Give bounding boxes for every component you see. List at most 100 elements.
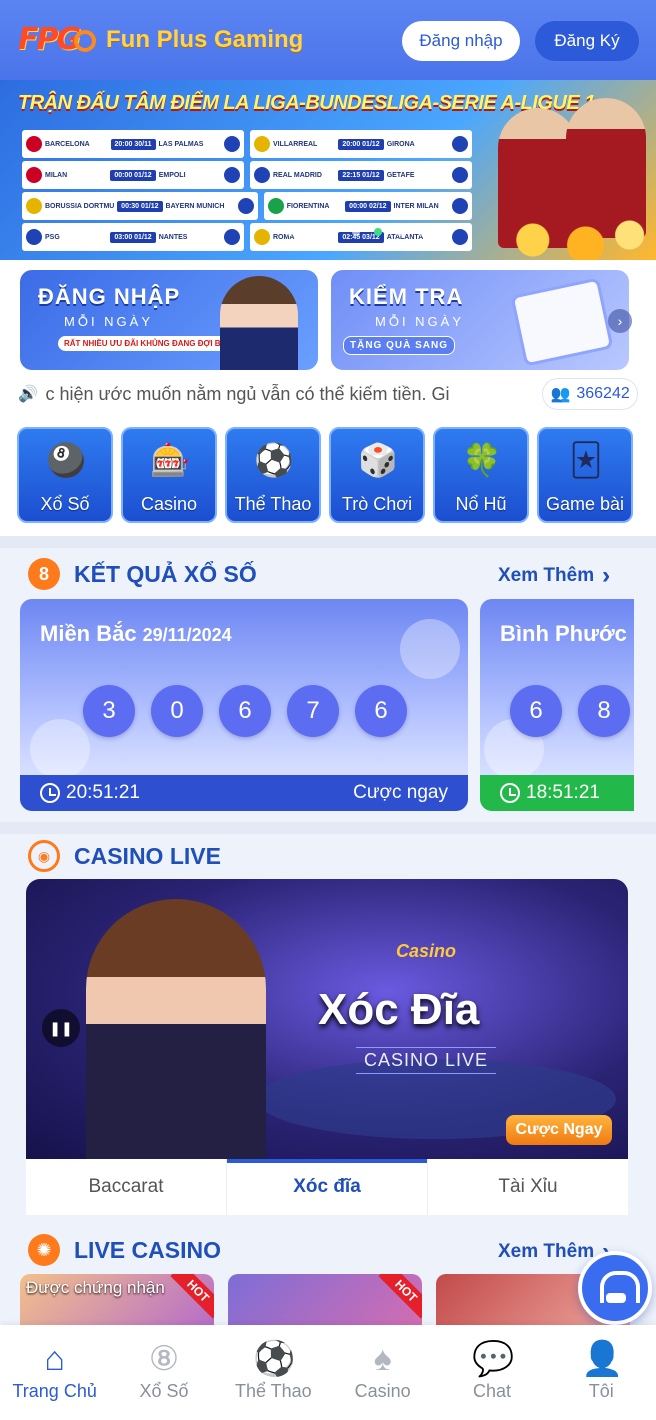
- live-casino-see-more-link[interactable]: Xem Thêm ››: [498, 1238, 610, 1266]
- team-crest-icon: [26, 136, 42, 152]
- kickoff-time: 00:30 01/12: [117, 200, 163, 212]
- category-label: Thể Thao: [234, 494, 312, 514]
- carousel-dot[interactable]: [418, 228, 426, 236]
- slot-jackpot-icon: 🍀: [462, 442, 502, 478]
- banner-subtitle: CASINO LIVE: [356, 1047, 497, 1074]
- team-crest-icon: [254, 167, 270, 183]
- nav-item-5[interactable]: 👤 Tôi: [547, 1325, 656, 1420]
- tab-0[interactable]: Baccarat: [26, 1159, 226, 1215]
- online-users-badge: 👥 366242: [542, 378, 638, 410]
- nav-item-0[interactable]: ⌂ Trang Chủ: [0, 1325, 109, 1420]
- promo-title: ĐĂNG NHẬP: [38, 284, 181, 309]
- brand-logo[interactable]: FPG: [18, 16, 102, 64]
- category-0[interactable]: 🎱 Xổ Số: [17, 427, 113, 523]
- countdown-time: 20:51:21: [66, 782, 140, 803]
- category-label: Nổ Hũ: [455, 494, 507, 514]
- team-crest-icon: [26, 229, 42, 245]
- match-item[interactable]: PSG 03:00 01/12 NANTES: [22, 223, 244, 251]
- nav-item-1[interactable]: ⑧ Xổ Số: [109, 1325, 218, 1420]
- promo-subtitle: MỖI NGÀY: [64, 314, 154, 329]
- team-crest-icon: [224, 136, 241, 152]
- footballers-image: [480, 80, 656, 260]
- promo-title: KIỂM TRA: [349, 284, 464, 309]
- away-team: NANTES: [158, 233, 188, 241]
- nav-label: Thể Thao: [234, 1381, 312, 1401]
- tab-2[interactable]: Tài Xỉu: [427, 1159, 628, 1215]
- lottery-ball-icon: ⑧: [148, 1340, 180, 1378]
- category-5[interactable]: 🃏 Game bài: [537, 427, 633, 523]
- lottery-result-card[interactable]: Miền Bắc 29/11/2024 30676 20:51:21 Cược n…: [20, 599, 468, 811]
- category-4[interactable]: 🍀 Nổ Hũ: [433, 427, 529, 523]
- see-more-label: Xem Thêm: [498, 565, 595, 586]
- carousel-dot[interactable]: [308, 228, 316, 236]
- bet-now-button[interactable]: Cược ngay: [353, 782, 448, 804]
- promo-next-arrow-icon[interactable]: ›: [608, 309, 632, 333]
- promo-daily-login[interactable]: ĐĂNG NHẬP MỖI NGÀY RẤT NHIỀU ƯU ĐÃI KHỦN…: [20, 270, 318, 370]
- playing-cards-icon: 🃏: [569, 442, 603, 478]
- lottery-region: Miền Bắc 29/11/2024: [40, 621, 232, 647]
- top-header: FPG Fun Plus Gaming Đăng nhập Đăng Ký: [0, 0, 656, 80]
- home-team: FIORENTINA: [286, 202, 330, 210]
- category-label: Casino: [140, 494, 198, 514]
- match-item[interactable]: VILLARREAL 20:00 01/12 GIRONA: [250, 130, 472, 158]
- nav-label: Tôi: [588, 1381, 614, 1401]
- category-3[interactable]: 🎲 Trò Chơi: [329, 427, 425, 523]
- home-team: PSG: [45, 233, 60, 241]
- live-casino-header: ✺ LIVE CASINO: [28, 1234, 221, 1266]
- bet-now-button[interactable]: Cược Ngay: [506, 1115, 612, 1145]
- result-balls: 68: [510, 685, 630, 737]
- customer-support-icon[interactable]: [578, 1251, 652, 1325]
- clipboard-image: [510, 277, 614, 367]
- match-item[interactable]: FIORENTINA 00:00 02/12 INTER MILAN: [263, 192, 472, 220]
- match-item[interactable]: MILAN 00:00 01/12 EMPOLI: [22, 161, 244, 189]
- away-team: INTER MILAN: [393, 202, 439, 210]
- live-broadcast-icon: ◉: [28, 840, 60, 872]
- promo-model-image: [220, 276, 298, 370]
- promo-tag: RẤT NHIỀU ƯU ĐÃI KHỦNG ĐANG ĐỢI BẠN: [58, 336, 239, 351]
- dealer-image: [86, 899, 266, 1159]
- tab-1[interactable]: Xóc đĩa: [226, 1159, 427, 1215]
- lottery-card-footer: 20:51:21 Cược ngay: [20, 775, 468, 811]
- match-item[interactable]: REAL MADRID 22:15 01/12 GETAFE: [250, 161, 472, 189]
- carousel-dot[interactable]: [352, 228, 360, 236]
- pause-icon[interactable]: ❚❚: [42, 1009, 80, 1047]
- promo-tag: TẶNG QUÀ SANG: [343, 336, 455, 355]
- carousel-dot[interactable]: [396, 228, 404, 236]
- section-title: KẾT QUẢ XỔ SỐ: [74, 560, 257, 587]
- match-row: BORUSSIA DORTMUND00:30 01/12BAYERN MUNIC…: [22, 192, 472, 220]
- result-ball: 0: [151, 685, 203, 737]
- promo-daily-check[interactable]: KIỂM TRA MỖI NGÀY TẶNG QUÀ SANG: [331, 270, 629, 370]
- login-button[interactable]: Đăng nhập: [402, 21, 520, 61]
- carousel-dot[interactable]: [374, 228, 382, 236]
- ball-watermark: [30, 719, 90, 779]
- nav-label: Xổ Số: [139, 1381, 189, 1401]
- result-ball: 6: [510, 685, 562, 737]
- match-item[interactable]: BARCELONA 20:00 30/11 LAS PALMAS: [22, 130, 244, 158]
- region-name: Bình Phước: [500, 621, 627, 646]
- result-ball: 8: [578, 685, 630, 737]
- category-1[interactable]: 🎰 Casino: [121, 427, 217, 523]
- carousel-dot[interactable]: [286, 228, 294, 236]
- home-team: BARCELONA: [45, 140, 90, 148]
- hot-ribbon: HOT: [378, 1274, 422, 1319]
- roulette-icon: 🎰: [150, 442, 190, 478]
- home-team: VILLARREAL: [273, 140, 318, 148]
- lottery-see-more-link[interactable]: Xem Thêm ››: [498, 562, 610, 590]
- category-2[interactable]: ⚽ Thể Thao: [225, 427, 321, 523]
- nav-item-3[interactable]: ♠ Casino: [328, 1325, 437, 1420]
- match-row: BARCELONA 20:00 30/11 LAS PALMAS VILLARREAL…: [22, 130, 472, 158]
- lottery-section-header: 8 KẾT QUẢ XỔ SỐ: [28, 558, 257, 590]
- ball-watermark: [400, 619, 460, 679]
- register-button[interactable]: Đăng Ký: [535, 21, 639, 61]
- hero-banner[interactable]: TRẬN ĐẤU TÂM ĐIỂM LA LIGA-BUNDESLIGA-SER…: [0, 80, 656, 260]
- match-item[interactable]: BORUSSIA DORTMUND00:30 01/12BAYERN MUNIC…: [22, 192, 258, 220]
- lottery-result-card[interactable]: Bình Phước 68 18:51:21: [480, 599, 634, 811]
- home-team: REAL MADRID: [273, 171, 322, 179]
- nav-item-2[interactable]: ⚽ Thể Thao: [219, 1325, 328, 1420]
- casino-live-banner[interactable]: Casino Xóc Đĩa CASINO LIVE ❚❚ Cược Ngay: [26, 879, 628, 1159]
- announcement-bar: 🔊 c hiện ước muốn nằm ngủ vẫn có thể kiế…: [18, 378, 638, 410]
- nav-item-4[interactable]: 💬 Chat: [437, 1325, 546, 1420]
- carousel-dot[interactable]: [330, 228, 338, 236]
- category-grid: 🎱 Xổ Số 🎰 Casino ⚽ Thể Thao 🎲 Trò Chơi 🍀 Nổ Hũ 🃏 Ga…: [17, 427, 637, 523]
- category-label: Xổ Số: [40, 494, 90, 514]
